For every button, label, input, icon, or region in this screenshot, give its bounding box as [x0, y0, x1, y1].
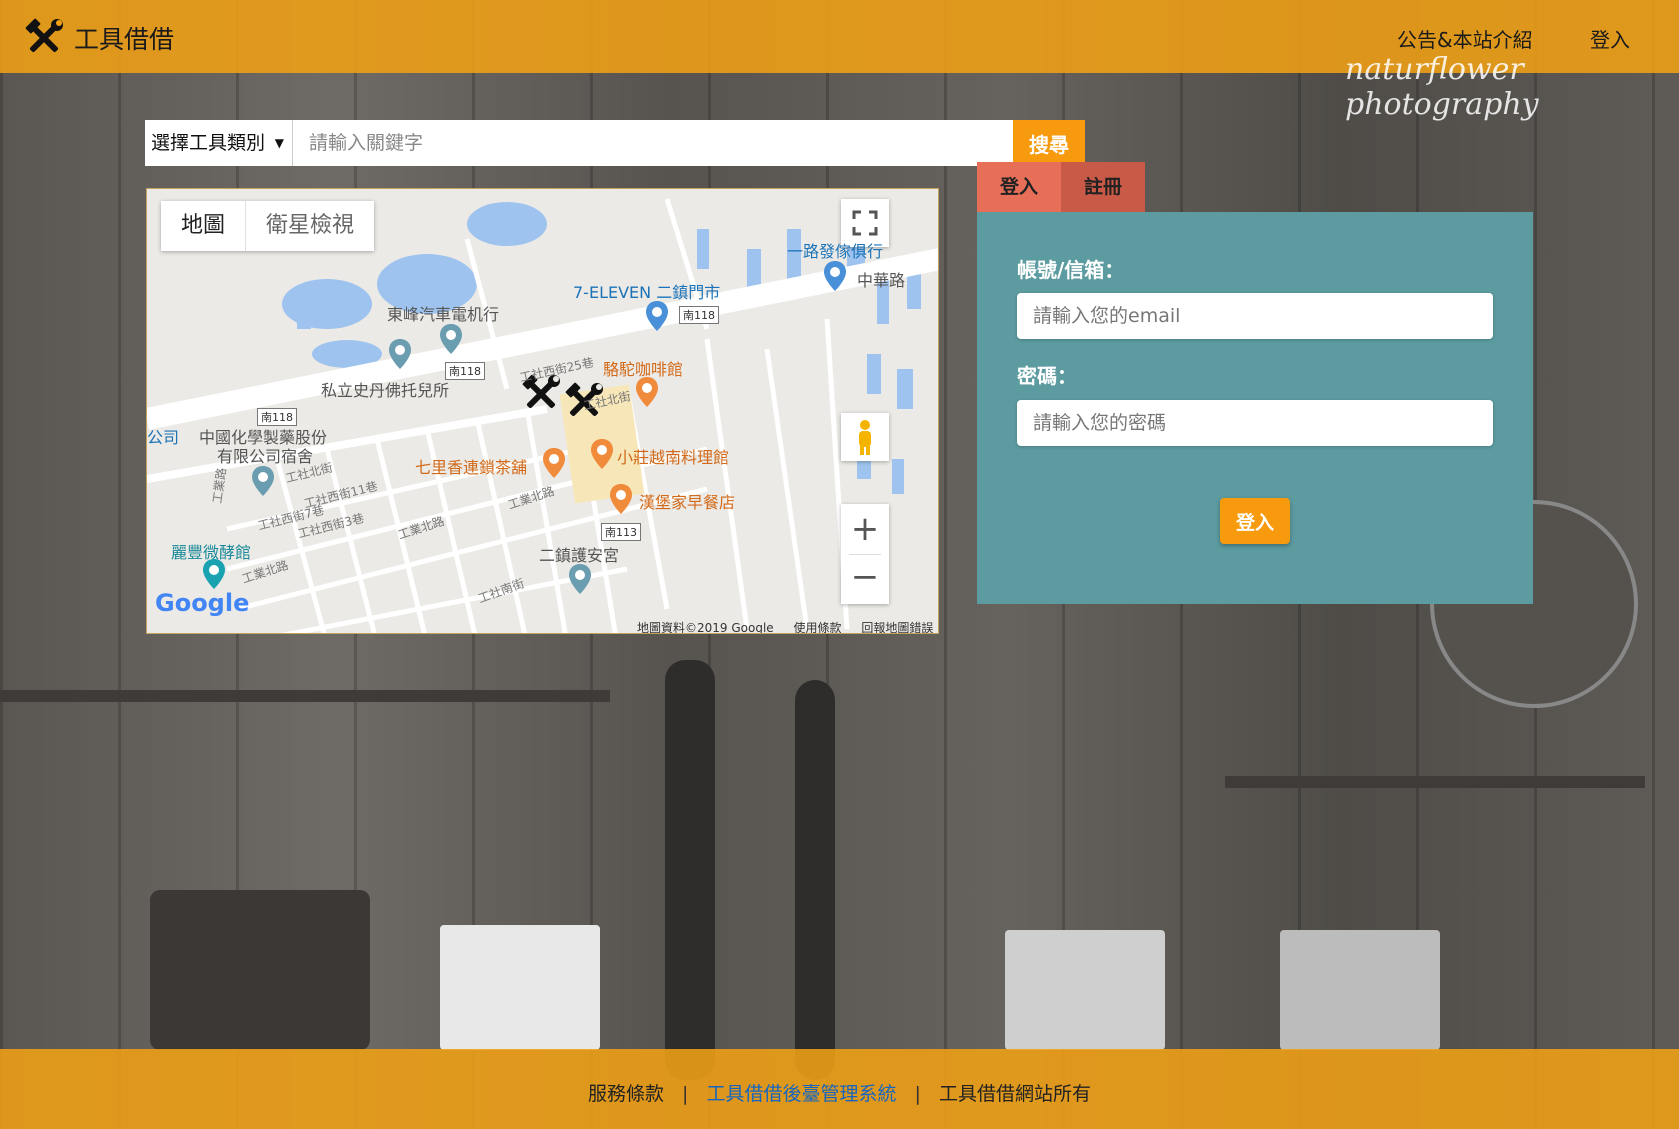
restaurant-pin-icon[interactable] — [591, 439, 613, 469]
background-wrench — [795, 680, 835, 1080]
restaurant-pin-icon[interactable] — [610, 484, 632, 514]
map-type-satellite-button[interactable]: 衛星檢視 — [246, 201, 374, 251]
map-label-company[interactable]: 公司 — [147, 424, 179, 448]
map-attribution: 地圖資料©2019 Google 使用條款 回報地圖錯誤 — [637, 619, 938, 634]
background-shelf — [1225, 776, 1645, 788]
footer-separator: | — [682, 1083, 689, 1105]
map-data-credit: 地圖資料©2019 Google — [637, 621, 774, 634]
footer-admin-link[interactable]: 工具借借後臺管理系統 — [706, 1083, 896, 1105]
zoom-in-button[interactable]: + — [841, 504, 889, 554]
tab-register[interactable]: 註冊 — [1061, 162, 1145, 212]
search-bar: 選擇工具類別 ▼ 搜尋 — [145, 120, 1085, 166]
account-label: 帳號/信箱： — [1017, 258, 1125, 282]
restaurant-pin-icon[interactable] — [636, 377, 658, 407]
zoom-control: + − — [841, 504, 889, 604]
email-field[interactable] — [1017, 293, 1493, 339]
map-label-vietnamese[interactable]: 小莊越南料理館 — [617, 444, 729, 468]
shopping-pin-icon[interactable] — [646, 301, 668, 331]
category-select[interactable]: 選擇工具類別 ▼ — [145, 120, 293, 166]
map-terms-link[interactable]: 使用條款 — [794, 621, 842, 633]
keyword-input[interactable] — [293, 120, 1013, 166]
background-oil-can — [150, 890, 370, 1050]
background-shelf — [0, 690, 610, 702]
login-submit-button[interactable]: 登入 — [1220, 498, 1290, 544]
google-logo[interactable]: Google — [155, 589, 249, 617]
nav-about-link[interactable]: 公告&本站介紹 — [1397, 24, 1533, 53]
temple-pin-icon[interactable] — [569, 564, 591, 594]
footer-terms-link[interactable]: 服務條款 — [588, 1083, 664, 1105]
street-view-button[interactable] — [841, 413, 889, 461]
caret-down-icon: ▼ — [274, 136, 284, 150]
place-pin-icon[interactable] — [389, 339, 411, 369]
category-select-label: 選擇工具類別 — [151, 132, 266, 154]
hammer-wrench-icon[interactable] — [24, 18, 64, 58]
site-title[interactable]: 工具借借 — [74, 20, 174, 56]
nav-login-link[interactable]: 登入 — [1590, 24, 1630, 53]
map-report-link[interactable]: 回報地圖錯誤 — [861, 621, 933, 633]
map-label-brewery[interactable]: 麗豐微酵館 — [171, 539, 251, 563]
road-sign: 南118 — [257, 408, 297, 426]
map-label-auto-electric[interactable]: 東峰汽車電机行 — [387, 301, 499, 325]
map-type-map-button[interactable]: 地圖 — [161, 201, 247, 251]
map-label-pharma-2[interactable]: 有限公司宿舍 — [217, 443, 313, 467]
footer-links: 服務條款 | 工具借借後臺管理系統 | 工具借借網站所有 — [0, 1079, 1679, 1106]
map-label-temple[interactable]: 二鎮護安宮 — [539, 542, 619, 566]
map[interactable]: 地圖 衛星檢視 + − 一路發傢俱行 中華路 7-ELEVEN 二鎮門市 東峰汽… — [146, 188, 939, 634]
watermark: naturflower photography — [1345, 52, 1539, 122]
map-label-zhonghua-road: 中華路 — [857, 271, 906, 290]
login-panel: 帳號/信箱： 密碼： 登入 — [977, 212, 1533, 604]
restaurant-pin-icon[interactable] — [543, 448, 565, 478]
background-sign — [1280, 930, 1440, 1050]
place-pin-icon[interactable] — [440, 324, 462, 354]
place-pin-icon[interactable] — [252, 466, 274, 496]
footer-separator: | — [914, 1083, 921, 1105]
tab-login[interactable]: 登入 — [977, 162, 1061, 212]
search-button[interactable]: 搜尋 — [1013, 120, 1085, 166]
map-label-breakfast[interactable]: 漢堡家早餐店 — [639, 489, 735, 513]
map-label-camel-cafe[interactable]: 駱駝咖啡館 — [603, 356, 683, 380]
attraction-pin-icon[interactable] — [203, 559, 225, 589]
footer: 服務條款 | 工具借借後臺管理系統 | 工具借借網站所有 — [0, 1049, 1679, 1129]
footer-rights: 工具借借網站所有 — [939, 1083, 1092, 1105]
map-label-furniture[interactable]: 一路發傢俱行 — [787, 238, 883, 262]
zoom-out-button[interactable]: − — [841, 554, 889, 604]
map-type-toggle: 地圖 衛星檢視 — [161, 201, 375, 251]
shopping-pin-icon[interactable] — [824, 261, 846, 291]
road-sign: 南113 — [601, 523, 641, 541]
password-field[interactable] — [1017, 400, 1493, 446]
road-sign: 南118 — [445, 362, 485, 380]
map-label-7-eleven[interactable]: 7-ELEVEN 二鎮門市 — [573, 279, 720, 303]
background-sign — [440, 925, 600, 1050]
map-label-kindergarten[interactable]: 私立史丹佛托兒所 — [321, 377, 449, 401]
map-label-tea-shop[interactable]: 七里香連鎖茶舖 — [415, 454, 527, 478]
background-wrench — [665, 660, 715, 1080]
road-sign: 南118 — [679, 306, 719, 324]
pegman-icon — [859, 420, 871, 455]
background-sign — [1005, 930, 1165, 1050]
password-label: 密碼： — [1017, 364, 1077, 388]
